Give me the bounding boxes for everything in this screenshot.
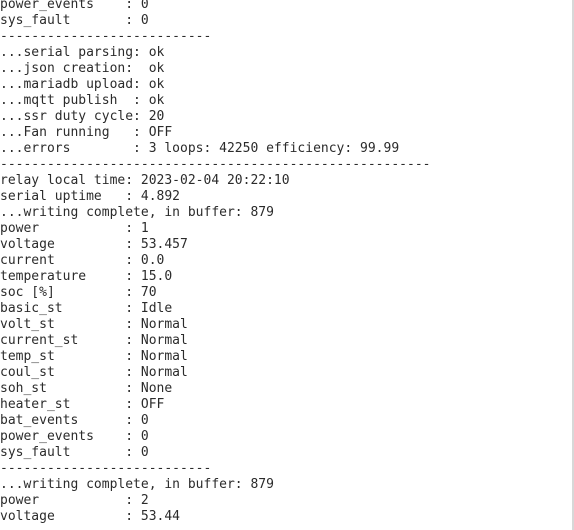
terminal-line: power_events : 0	[0, 0, 149, 12]
terminal-line: ----------------------------------------…	[0, 157, 431, 172]
terminal-line: heater_st : OFF	[0, 397, 165, 412]
terminal-line: ...writing complete, in buffer: 879	[0, 205, 274, 220]
terminal-line: power : 1	[0, 221, 149, 236]
terminal-line: soc [%] : 70	[0, 285, 157, 300]
terminal-line: ...errors : 3 loops: 42250 efficiency: 9…	[0, 141, 400, 156]
terminal-line: ...ssr duty cycle: 20	[0, 109, 165, 124]
terminal-output: power_events : 0 sys_fault : 0 ---------…	[0, 0, 430, 525]
terminal-line: ...serial parsing: ok	[0, 45, 165, 60]
terminal-line: temp_st : Normal	[0, 349, 188, 364]
terminal-line: current : 0.0	[0, 253, 165, 268]
terminal-line: ---------------------------	[0, 461, 212, 476]
terminal-line: power_events : 0	[0, 429, 149, 444]
terminal-line: coul_st : Normal	[0, 365, 188, 380]
terminal-line: ...mariadb upload: ok	[0, 77, 165, 92]
terminal-line: ...json creation: ok	[0, 61, 165, 76]
terminal-line: temperature : 15.0	[0, 269, 173, 284]
terminal-line: ...writing complete, in buffer: 879	[0, 477, 274, 492]
terminal-line: sys_fault : 0	[0, 13, 149, 28]
terminal-line: power : 2	[0, 493, 149, 508]
terminal-line: volt_st : Normal	[0, 317, 188, 332]
terminal-line: ---------------------------	[0, 29, 212, 44]
terminal-line: ...mqtt publish : ok	[0, 93, 165, 108]
terminal-window[interactable]: power_events : 0 sys_fault : 0 ---------…	[0, 0, 574, 530]
terminal-line: voltage : 53.457	[0, 237, 188, 252]
terminal-line: ...Fan running : OFF	[0, 125, 173, 140]
terminal-line: sys_fault : 0	[0, 445, 149, 460]
terminal-line: current_st : Normal	[0, 333, 188, 348]
terminal-line: serial uptime : 4.892	[0, 189, 181, 204]
terminal-line: relay local time: 2023-02-04 20:22:10	[0, 173, 290, 188]
terminal-line: basic_st : Idle	[0, 301, 173, 316]
terminal-line: soh_st : None	[0, 381, 173, 396]
terminal-line: bat_events : 0	[0, 413, 149, 428]
terminal-line: voltage : 53.44	[0, 509, 181, 524]
